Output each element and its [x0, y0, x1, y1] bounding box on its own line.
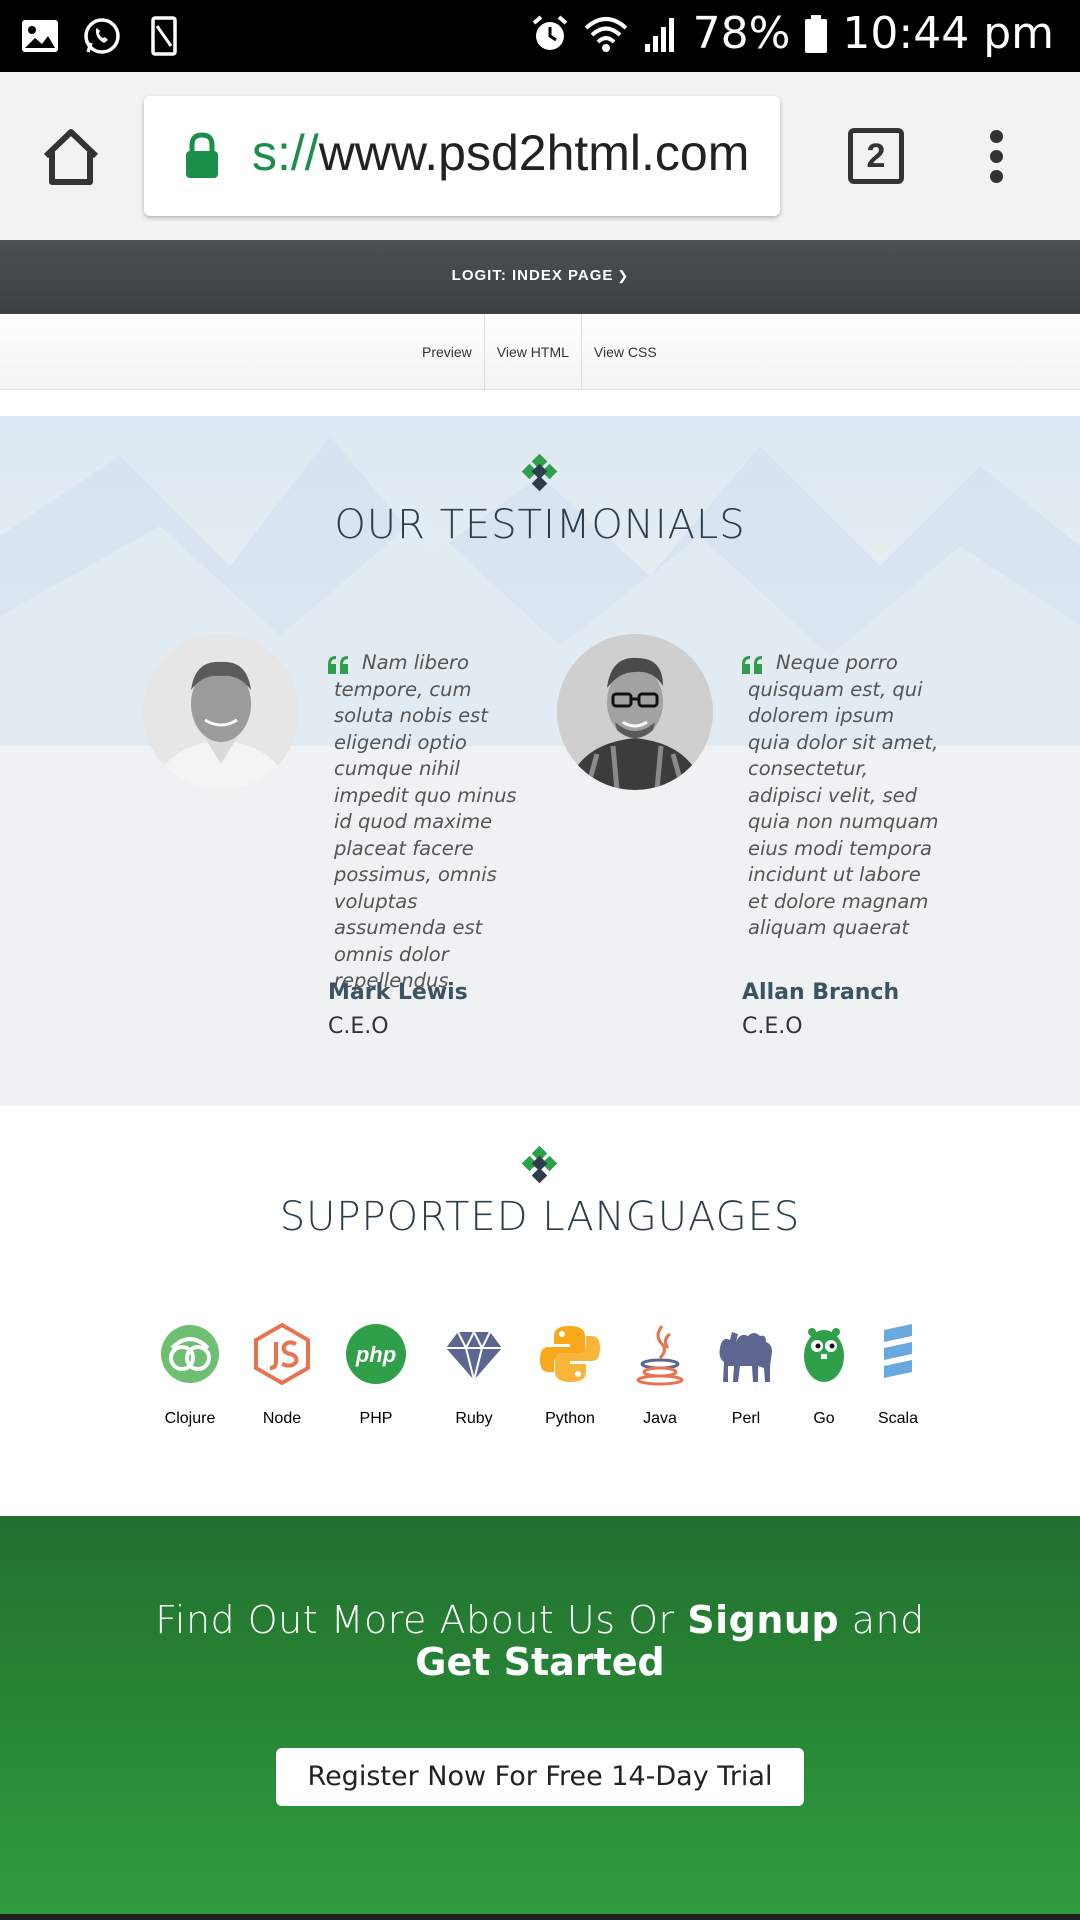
testimonial-name: Allan Branch: [742, 980, 900, 1005]
browser-toolbar: s://www.psd2html.com 2: [0, 72, 1080, 240]
battery-percent: 78%: [692, 8, 791, 59]
scala-icon: [884, 1324, 912, 1378]
alarm-icon: [532, 14, 567, 50]
lock-icon: [186, 132, 218, 178]
logo-icon: [521, 1146, 558, 1184]
language-label: Go: [813, 1410, 835, 1427]
avatar: [557, 634, 713, 790]
page-switcher[interactable]: LOGIT: INDEX PAGE ❯: [0, 240, 1080, 314]
cta-get-started: Get Started: [415, 1640, 665, 1684]
language-label: Ruby: [455, 1410, 493, 1427]
url-host: www.psd2html.com: [318, 125, 750, 181]
ruby-icon: [446, 1329, 502, 1381]
language-label: Scala: [877, 1410, 919, 1427]
tab-preview[interactable]: Preview: [410, 314, 485, 390]
url-scheme: s://: [252, 125, 319, 181]
tab-switcher-button[interactable]: 2: [848, 128, 904, 184]
svg-text:php: php: [355, 1342, 396, 1367]
signup-cta-section: Find Out More About Us Or Signup and Get…: [0, 1516, 1080, 1920]
cta-heading-suffix: and: [839, 1598, 925, 1642]
testimonials-section: OUR TESTIMONIALS Nam libero tempore, cum…: [0, 416, 1080, 1106]
tab-view-css[interactable]: View CSS: [582, 314, 669, 390]
java-icon: [636, 1325, 684, 1386]
language-label: Clojure: [164, 1410, 216, 1427]
view-tabs: Preview View HTML View CSS: [0, 314, 1080, 390]
language-label: Python: [545, 1410, 595, 1427]
cta-heading-prefix: Find Out More About Us Or: [155, 1598, 688, 1642]
testimonial-name: Mark Lewis: [328, 980, 468, 1005]
clock: 10:44 pm: [842, 8, 1054, 59]
wifi-icon: [584, 16, 627, 52]
php-icon: php: [346, 1324, 406, 1384]
node-icon: [254, 1322, 310, 1386]
phone-icon: [151, 16, 177, 56]
page-bottom-edge: [0, 1914, 1080, 1920]
tab-view-html[interactable]: View HTML: [485, 314, 582, 390]
go-icon: [804, 1328, 844, 1382]
clojure-icon: [161, 1325, 219, 1383]
url-text: s://www.psd2html.com: [252, 124, 749, 182]
perl-icon: [719, 1332, 772, 1382]
language-label: Node: [262, 1410, 302, 1427]
home-icon[interactable]: [40, 126, 102, 188]
status-bar: 78% 10:44 pm: [0, 0, 1080, 72]
page-switcher-label[interactable]: LOGIT: INDEX PAGE: [452, 267, 614, 284]
language-label: Java: [643, 1410, 677, 1427]
person-photo-allan-branch: [557, 634, 713, 790]
whatsapp-icon: [84, 18, 120, 54]
address-bar[interactable]: s://www.psd2html.com: [144, 96, 780, 216]
cta-signup-link[interactable]: Signup: [687, 1598, 839, 1642]
languages-section: SUPPORTED LANGUAGES php Clojure Node PHP…: [0, 1106, 1080, 1516]
cta-heading: Find Out More About Us Or Signup and: [0, 1598, 1080, 1642]
language-label: PHP: [359, 1410, 393, 1427]
person-photo-mark-lewis: [143, 634, 299, 790]
language-label: Perl: [731, 1410, 761, 1427]
testimonial-quote: Nam libero tempore, cum soluta nobis est…: [334, 651, 517, 992]
chevron-down-icon[interactable]: ❯: [617, 268, 628, 284]
overflow-menu-icon[interactable]: [986, 130, 1006, 184]
logo-icon: [521, 454, 558, 492]
languages-title: SUPPORTED LANGUAGES: [279, 1194, 801, 1240]
battery-icon: [805, 14, 828, 53]
testimonials-title: OUR TESTIMONIALS: [334, 502, 746, 548]
register-button[interactable]: Register Now For Free 14-Day Trial: [276, 1748, 804, 1806]
gallery-icon: [22, 20, 58, 52]
testimonial-role: C.E.O: [328, 1014, 389, 1039]
testimonial-role: C.E.O: [742, 1014, 803, 1039]
testimonial-quote: Neque porro quisquam est, qui dolorem ip…: [748, 651, 939, 939]
python-icon: [540, 1326, 600, 1382]
avatar: [143, 634, 299, 790]
signal-icon: [644, 17, 674, 52]
